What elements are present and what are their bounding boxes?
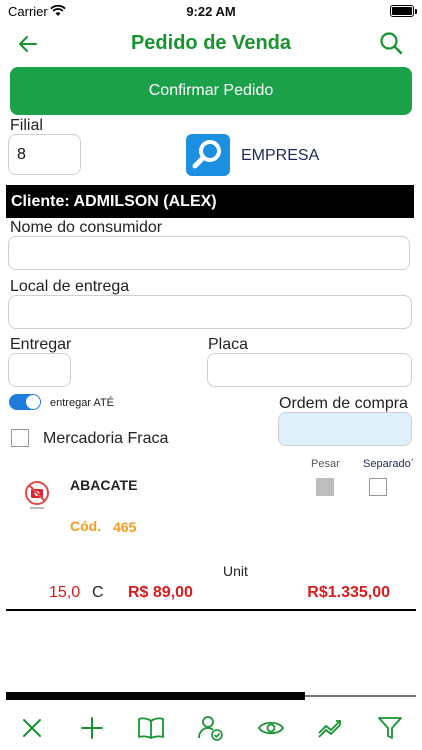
scroll-progress (6, 692, 416, 700)
cliente-bar: Cliente: ADMILSON (ALEX) (6, 185, 414, 218)
item-divider (6, 609, 416, 611)
local-entrega-field[interactable] (8, 295, 412, 329)
entregar-ate-toggle[interactable] (9, 394, 41, 410)
nome-consumidor-label: Nome do consumidor (10, 219, 163, 236)
ordem-compra-label: Ordem de compra (279, 395, 408, 412)
book-icon[interactable] (137, 714, 165, 742)
page-title: Pedido de Venda (130, 32, 292, 54)
separado-checkbox[interactable] (369, 478, 387, 496)
local-entrega-label: Local de entrega (10, 278, 130, 295)
item-quantity[interactable]: 15,0 (49, 584, 80, 602)
item-total: R$1.335,00 (307, 584, 390, 601)
confirm-order-button[interactable]: Confirmar Pedido (10, 67, 412, 115)
search-icon[interactable] (378, 30, 404, 56)
empresa-search-icon[interactable] (186, 134, 230, 176)
toggle-knob (26, 395, 40, 409)
ordem-compra-field[interactable] (278, 412, 412, 446)
placa-label: Placa (208, 336, 249, 353)
plus-icon[interactable] (78, 714, 106, 742)
entregar-ate-label: entregar ATÉ (50, 397, 114, 409)
cliente-text: Cliente: ADMILSON (ALEX) (11, 192, 217, 210)
battery-icon (390, 5, 417, 17)
bottom-toolbar (0, 706, 422, 750)
pesar-checkbox[interactable] (316, 478, 334, 496)
status-bar: Carrier 9:22 AM (0, 0, 422, 24)
item-name: ABACATE (70, 477, 138, 493)
scroll-progress-fill (6, 692, 306, 700)
no-photo-icon (20, 478, 54, 512)
item-code-value: 465 (113, 519, 137, 535)
mercadoria-fraca-checkbox[interactable] (11, 429, 29, 447)
item-unit-price: R$ 89,00 (128, 584, 193, 601)
mercadoria-fraca-label: Mercadoria Fraca (43, 430, 169, 447)
nome-consumidor-field[interactable] (8, 236, 410, 270)
empresa-label[interactable]: EMPRESA (241, 147, 319, 165)
nav-bar: Pedido de Venda (0, 24, 422, 64)
eye-icon[interactable] (257, 714, 285, 742)
status-time: 9:22 AM (186, 4, 236, 19)
separado-label: Separado´ (363, 458, 415, 470)
user-check-icon[interactable] (197, 714, 225, 742)
item-unit: C (92, 584, 104, 601)
filter-icon[interactable] (376, 714, 404, 742)
entregar-label: Entregar (10, 336, 72, 353)
trend-icon[interactable] (316, 714, 344, 742)
placa-field[interactable] (207, 353, 412, 387)
filial-value: 8 (17, 145, 26, 163)
filial-label: Filial (10, 117, 43, 134)
filial-field[interactable]: 8 (8, 134, 81, 175)
entregar-field[interactable] (8, 353, 71, 387)
unit-header: Unit (223, 563, 248, 579)
item-code-label: Cód. (70, 518, 102, 534)
close-icon[interactable] (18, 714, 46, 742)
pesar-label: Pesar (311, 458, 340, 470)
